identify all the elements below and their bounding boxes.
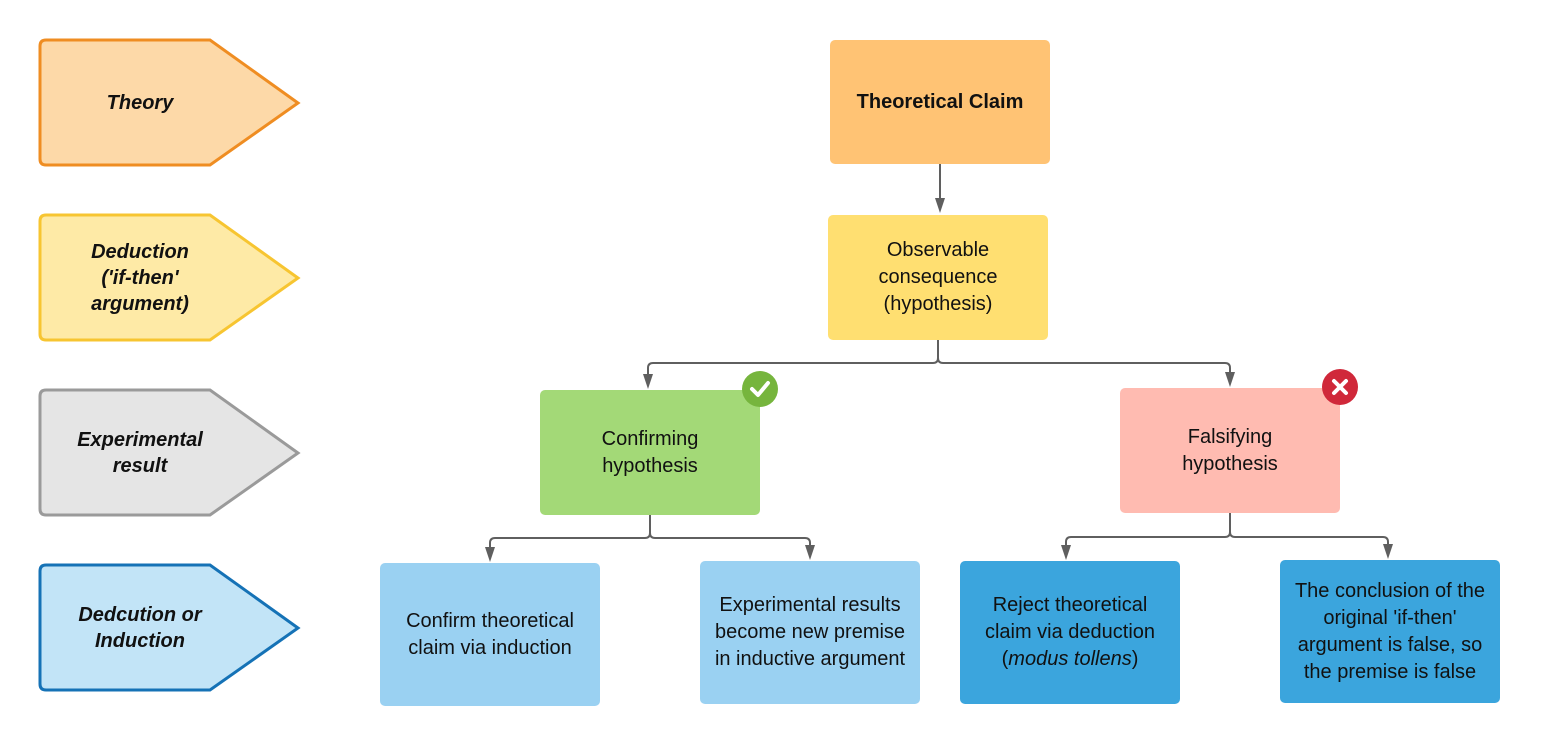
diagram: Theory Deduction ('if-then' argument) Ex… [0,0,1541,746]
arrowhead [485,547,495,562]
modus-tollens: modus tollens [1008,648,1132,670]
stage-label-deduction: Deduction ('if-then' argument) [91,240,189,315]
arrowhead [1383,544,1393,559]
reject-label: Reject theoretical claim via deduction [984,594,1156,643]
arrowhead [643,374,653,389]
connector-hypothesis-confirming [647,340,939,375]
connector-confirming-premise [649,515,811,546]
connector-confirming-induction [489,515,651,548]
node-observable-consequence: Observable consequence (hypothesis) [828,215,1048,340]
node-confirming-hypothesis: Confirming hypothesis [540,390,760,515]
node-confirm-via-induction: Confirm theoretical claim via induction [380,563,600,706]
node-theoretical-claim: Theoretical Claim [830,40,1050,164]
stage-label-experimental: Experimental result [77,428,203,477]
node-reject-via-deduction: Reject theoretical claim via deduction (… [960,561,1180,704]
node-falsifying-hypothesis: Falsifying hypothesis [1120,388,1340,513]
check-icon [742,371,778,407]
arrowhead [1061,545,1071,560]
connector-falsifying-conclusion [1229,513,1389,545]
node-conclusion-false: The conclusion of the original 'if-then'… [1280,560,1500,703]
node-new-premise: Experimental results become new premise … [700,561,920,704]
arrowhead [1225,372,1235,387]
reject-italic-label: (modus tollens) [1001,648,1139,670]
arrowhead [935,198,945,213]
arrowhead [805,545,815,560]
x-icon [1322,369,1358,405]
connector-hypothesis-falsifying [937,340,1231,373]
connector-falsifying-reject [1065,513,1231,546]
stage-label-induction: Dedcution or Induction [78,603,202,652]
stage-label-theory: Theory [106,91,174,114]
